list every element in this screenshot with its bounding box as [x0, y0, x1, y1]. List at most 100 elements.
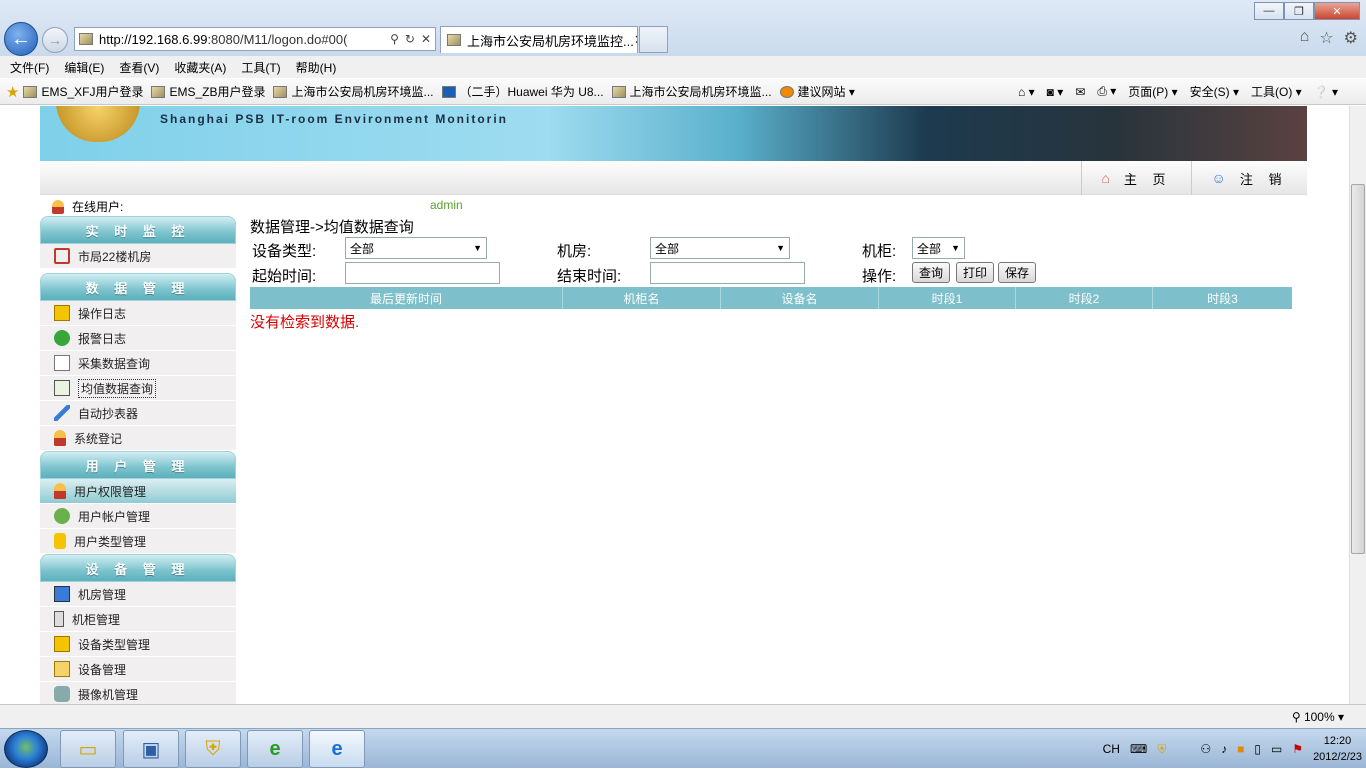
- vertical-scrollbar[interactable]: [1349, 106, 1366, 704]
- home-link[interactable]: ⌂ 主 页: [1081, 161, 1191, 195]
- column-header[interactable]: 机柜名: [563, 287, 721, 309]
- help-icon[interactable]: ❔ ▾: [1314, 85, 1338, 99]
- sidebar-item-operation-log[interactable]: 操作日志: [40, 301, 236, 326]
- sidebar-item-device-type-manage[interactable]: 设备类型管理: [40, 632, 236, 657]
- section-data-management[interactable]: 数 据 管 理: [40, 273, 236, 301]
- tab-close-icon[interactable]: ✕: [634, 32, 637, 48]
- explorer-taskbar-button[interactable]: ▭: [60, 730, 116, 768]
- favorite-icon: [441, 85, 456, 98]
- stop-icon[interactable]: ✕: [421, 32, 431, 46]
- flag-icon[interactable]: ⚑: [1292, 742, 1303, 756]
- sidebar-item-auto-meter[interactable]: 自动抄表器: [40, 401, 236, 426]
- rss-icon[interactable]: ◙ ▾: [1047, 85, 1064, 99]
- sidebar-item-camera-manage[interactable]: 摄像机管理: [40, 682, 236, 704]
- back-button[interactable]: ←: [4, 22, 38, 56]
- address-bar[interactable]: http://192.168.6.99:8080/M11/logon.do#00…: [74, 27, 436, 51]
- sidebar-item-collect-query[interactable]: 采集数据查询: [40, 351, 236, 376]
- keyboard-icon[interactable]: ⌨: [1130, 742, 1147, 756]
- tab-active[interactable]: 上海市公安局机房环境监控... ✕: [440, 26, 638, 53]
- query-button[interactable]: 查询: [912, 262, 950, 283]
- volume-icon[interactable]: ♪: [1221, 742, 1227, 756]
- sidebar-item-alarm-log[interactable]: 报警日志: [40, 326, 236, 351]
- column-header[interactable]: 时段3: [1153, 287, 1292, 309]
- print-button[interactable]: 打印: [956, 262, 994, 283]
- favorite-link[interactable]: （二手）Huawei 华为 U8...: [441, 83, 604, 100]
- network-taskbar-button[interactable]: ▣: [123, 730, 179, 768]
- menu-tools[interactable]: 工具(T): [241, 59, 280, 76]
- section-device-management[interactable]: 设 备 管 理: [40, 554, 236, 582]
- menu-edit[interactable]: 编辑(E): [64, 59, 104, 76]
- sidebar-item-room22[interactable]: 市局22楼机房: [40, 244, 236, 269]
- breadcrumb: 数据管理->均值数据查询: [250, 219, 414, 236]
- favorites-star-icon[interactable]: ★: [6, 83, 19, 101]
- home-icon[interactable]: ⌂: [1300, 28, 1310, 48]
- favorite-link[interactable]: EMS_XFJ用户登录: [23, 83, 143, 100]
- tools-menu[interactable]: 工具(O) ▾: [1251, 83, 1302, 100]
- menu-favorites[interactable]: 收藏夹(A): [174, 59, 226, 76]
- settings-gear-icon[interactable]: ⚙: [1344, 28, 1358, 48]
- network-icon[interactable]: ⚇: [1200, 742, 1211, 756]
- column-header[interactable]: 设备名: [721, 287, 879, 309]
- sidebar-item-user-account[interactable]: 用户帐户管理: [40, 504, 236, 529]
- scrollbar-thumb[interactable]: [1351, 184, 1365, 554]
- security-taskbar-button[interactable]: ⛨: [185, 730, 241, 768]
- section-realtime-monitor[interactable]: 实 时 监 控: [40, 216, 236, 244]
- ie-taskbar-button-active[interactable]: e: [309, 730, 365, 768]
- menu-help[interactable]: 帮助(H): [296, 59, 337, 76]
- column-header[interactable]: 最后更新时间: [250, 287, 563, 309]
- police-badge-logo: [56, 106, 140, 142]
- sidebar-item-cabinet-manage[interactable]: 机柜管理: [40, 607, 236, 632]
- end-time-input[interactable]: [650, 262, 805, 284]
- sidebar-item-average-query[interactable]: 均值数据查询: [40, 376, 236, 401]
- folder-icon: ▭: [78, 738, 98, 761]
- page-menu[interactable]: 页面(P) ▾: [1128, 83, 1177, 100]
- sidebar-item-system-register[interactable]: 系统登记: [40, 426, 236, 451]
- favorites-star-icon[interactable]: ☆: [1319, 28, 1333, 48]
- close-button[interactable]: ✕: [1314, 2, 1360, 20]
- usb-icon[interactable]: ▯: [1254, 742, 1261, 756]
- ime-indicator[interactable]: CH: [1103, 742, 1120, 756]
- search-icon[interactable]: ⚲: [390, 32, 399, 46]
- sidebar-item-room-manage[interactable]: 机房管理: [40, 582, 236, 607]
- favorite-link[interactable]: 上海市公安局机房环境监...: [273, 83, 434, 100]
- sidebar-item-user-type[interactable]: 用户类型管理: [40, 529, 236, 554]
- display-icon[interactable]: ▭: [1271, 742, 1282, 756]
- favorite-icon: [779, 85, 794, 98]
- home-icon[interactable]: ⌂ ▾: [1018, 85, 1035, 99]
- print-icon[interactable]: ⎙ ▾: [1097, 84, 1116, 99]
- start-time-input[interactable]: [345, 262, 500, 284]
- favorite-link[interactable]: 上海市公安局机房环境监...: [611, 83, 772, 100]
- cabinet-select[interactable]: 全部 ▼: [912, 237, 965, 259]
- start-time-label: 起始时间:: [252, 268, 317, 285]
- minimize-button[interactable]: —: [1254, 2, 1284, 20]
- section-user-management[interactable]: 用 户 管 理: [40, 451, 236, 479]
- browser-titlebar: — ❐ ✕ ← → http://192.168.6.99:8080/M11/l…: [0, 0, 1366, 58]
- save-button[interactable]: 保存: [998, 262, 1036, 283]
- zoom-level[interactable]: ⚲ 100% ▾: [1292, 710, 1344, 724]
- clock[interactable]: 12:20 2012/2/23: [1313, 733, 1362, 765]
- home-icon: ⌂: [1101, 170, 1116, 186]
- browser-taskbar-button[interactable]: e: [247, 730, 303, 768]
- user-icon: [54, 483, 66, 499]
- menu-file[interactable]: 文件(F): [10, 59, 49, 76]
- room-select[interactable]: 全部 ▼: [650, 237, 790, 259]
- favorite-link[interactable]: EMS_ZB用户登录: [151, 83, 265, 100]
- logout-link[interactable]: ☺ 注 销: [1191, 161, 1307, 195]
- sidebar-item-user-permission[interactable]: 用户权限管理: [40, 479, 236, 504]
- refresh-icon[interactable]: ↻: [405, 32, 415, 46]
- maximize-button[interactable]: ❐: [1284, 2, 1314, 20]
- new-tab-button[interactable]: [639, 26, 668, 53]
- sidebar-item-device-manage[interactable]: 设备管理: [40, 657, 236, 682]
- menu-view[interactable]: 查看(V): [119, 59, 159, 76]
- forward-button[interactable]: →: [42, 27, 68, 53]
- safety-menu[interactable]: 安全(S) ▾: [1190, 83, 1239, 100]
- app-tray-icon[interactable]: ■: [1237, 742, 1244, 756]
- mail-icon[interactable]: ✉: [1075, 85, 1085, 99]
- column-header[interactable]: 时段1: [879, 287, 1016, 309]
- start-button[interactable]: [4, 730, 48, 768]
- top-links-bar: ⌂ 主 页 ☺ 注 销: [40, 161, 1307, 195]
- favorite-link[interactable]: 建议网站 ▾: [779, 83, 855, 100]
- shield-icon[interactable]: ⛨: [1157, 742, 1166, 757]
- column-header[interactable]: 时段2: [1016, 287, 1153, 309]
- device-type-select[interactable]: 全部 ▼: [345, 237, 487, 259]
